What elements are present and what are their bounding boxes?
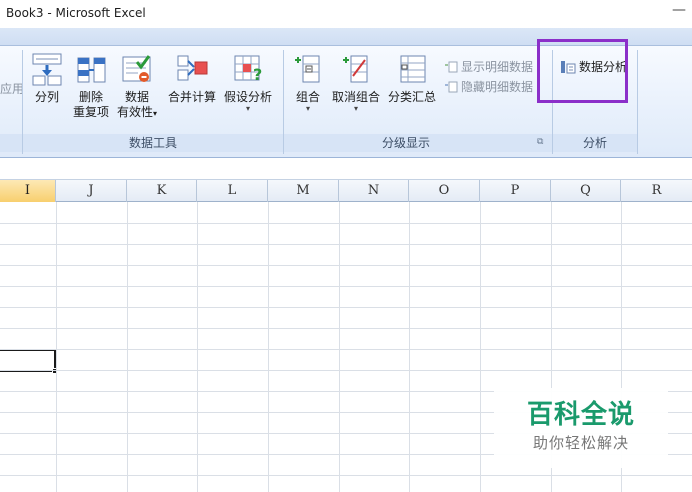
group-label-bar bbox=[0, 134, 22, 152]
consolidate-label: 合并计算 bbox=[167, 90, 216, 104]
data-validation-label: 数据 bbox=[124, 90, 149, 104]
grid-row-line bbox=[0, 286, 692, 287]
watermark-subtitle: 助你轻松解决 bbox=[532, 434, 629, 452]
column-header-m[interactable]: M bbox=[268, 180, 339, 202]
window-title: Book3 - Microsoft Excel bbox=[6, 6, 146, 20]
data-validation-icon bbox=[122, 55, 151, 82]
subtotal-button[interactable]: 分类汇总 bbox=[386, 52, 438, 105]
grid-column-line bbox=[268, 202, 269, 492]
show-detail-icon bbox=[445, 61, 458, 72]
consolidate-icon bbox=[177, 55, 208, 81]
column-header-l[interactable]: L bbox=[197, 180, 268, 202]
group-separator bbox=[637, 50, 638, 154]
chevron-down-icon: ▾ bbox=[305, 104, 310, 113]
column-headers: I J K L M N O P Q R bbox=[0, 180, 692, 202]
grid-column-line bbox=[56, 202, 57, 492]
ribbon-cut-label: 应用 bbox=[0, 82, 25, 96]
what-if-analysis-button[interactable]: ? 假设分析 ▾ bbox=[220, 52, 276, 113]
watermark: 百科全说 助你轻松解决 bbox=[494, 388, 668, 468]
grid-row-line bbox=[0, 475, 692, 476]
text-to-columns-button[interactable]: 分列 bbox=[30, 52, 64, 105]
remove-duplicates-icon bbox=[77, 57, 106, 83]
column-header-p[interactable]: P bbox=[480, 180, 551, 202]
grid-row-line bbox=[0, 349, 692, 350]
subtotal-label: 分类汇总 bbox=[387, 90, 436, 104]
highlight-box bbox=[537, 39, 628, 103]
grid-column-line bbox=[127, 202, 128, 492]
group-button[interactable]: 组合 ▾ bbox=[290, 52, 326, 113]
grid-row-line bbox=[0, 328, 692, 329]
ungroup-button[interactable]: 取消组合 ▾ bbox=[330, 52, 382, 113]
what-if-analysis-label: 假设分析 bbox=[223, 90, 272, 104]
grid-row-line bbox=[0, 370, 692, 371]
title-bar: Book3 - Microsoft Excel — bbox=[0, 0, 692, 28]
grid-row-line bbox=[0, 307, 692, 308]
text-to-columns-label: 分列 bbox=[34, 90, 59, 104]
chevron-down-icon: ▾ bbox=[153, 109, 158, 118]
selected-cell[interactable] bbox=[0, 349, 56, 372]
outline-dialog-launcher-icon[interactable]: ⧉ bbox=[537, 137, 543, 147]
formula-bar-area bbox=[0, 158, 692, 180]
column-header-k[interactable]: K bbox=[127, 180, 197, 202]
grid-row-line bbox=[0, 223, 692, 224]
data-validation-label-2-text: 有效性 bbox=[116, 105, 153, 119]
show-detail-button[interactable]: 显示明细数据 bbox=[444, 58, 533, 75]
show-detail-label: 显示明细数据 bbox=[461, 60, 534, 74]
watermark-title: 百科全说 bbox=[526, 400, 635, 430]
column-header-j[interactable]: J bbox=[56, 180, 127, 202]
subtotal-icon bbox=[400, 55, 426, 83]
svg-text:?: ? bbox=[253, 65, 262, 84]
grid-column-line bbox=[197, 202, 198, 492]
text-to-columns-icon bbox=[32, 53, 62, 86]
what-if-analysis-icon: ? bbox=[234, 55, 262, 84]
group-icon bbox=[295, 55, 320, 83]
column-header-i[interactable]: I bbox=[0, 180, 56, 202]
grid-row-line bbox=[0, 244, 692, 245]
outline-group-label: 分级显示 bbox=[381, 136, 430, 150]
remove-duplicates-label-2: 重复项 bbox=[72, 105, 109, 119]
grid-column-line bbox=[409, 202, 410, 492]
grid-column-line bbox=[480, 202, 481, 492]
ungroup-icon bbox=[343, 55, 368, 83]
hide-detail-label: 隐藏明细数据 bbox=[461, 80, 534, 94]
minimize-button[interactable]: — bbox=[672, 2, 686, 18]
grid-column-line bbox=[339, 202, 340, 492]
grid-row-line bbox=[0, 265, 692, 266]
column-header-n[interactable]: N bbox=[339, 180, 409, 202]
remove-duplicates-label: 删除 bbox=[78, 90, 103, 104]
hide-detail-icon bbox=[445, 81, 458, 92]
column-header-q[interactable]: Q bbox=[551, 180, 621, 202]
data-validation-button[interactable]: 数据 有效性▾ bbox=[114, 52, 160, 121]
chevron-down-icon: ▾ bbox=[353, 104, 358, 113]
column-header-r[interactable]: R bbox=[621, 180, 692, 202]
hide-detail-button[interactable]: 隐藏明细数据 bbox=[444, 78, 533, 95]
chevron-down-icon: ▾ bbox=[245, 104, 250, 113]
column-header-o[interactable]: O bbox=[409, 180, 480, 202]
analysis-group-label: 分析 bbox=[582, 136, 607, 150]
remove-duplicates-button[interactable]: 删除 重复项 bbox=[70, 52, 112, 120]
ungroup-label: 取消组合 bbox=[331, 90, 380, 104]
data-validation-label-2: 有效性▾ bbox=[114, 105, 160, 121]
group-label: 组合 bbox=[295, 90, 320, 104]
consolidate-button[interactable]: 合并计算 bbox=[165, 52, 219, 105]
fill-handle[interactable] bbox=[52, 368, 58, 374]
data-tools-group-label: 数据工具 bbox=[128, 136, 177, 150]
